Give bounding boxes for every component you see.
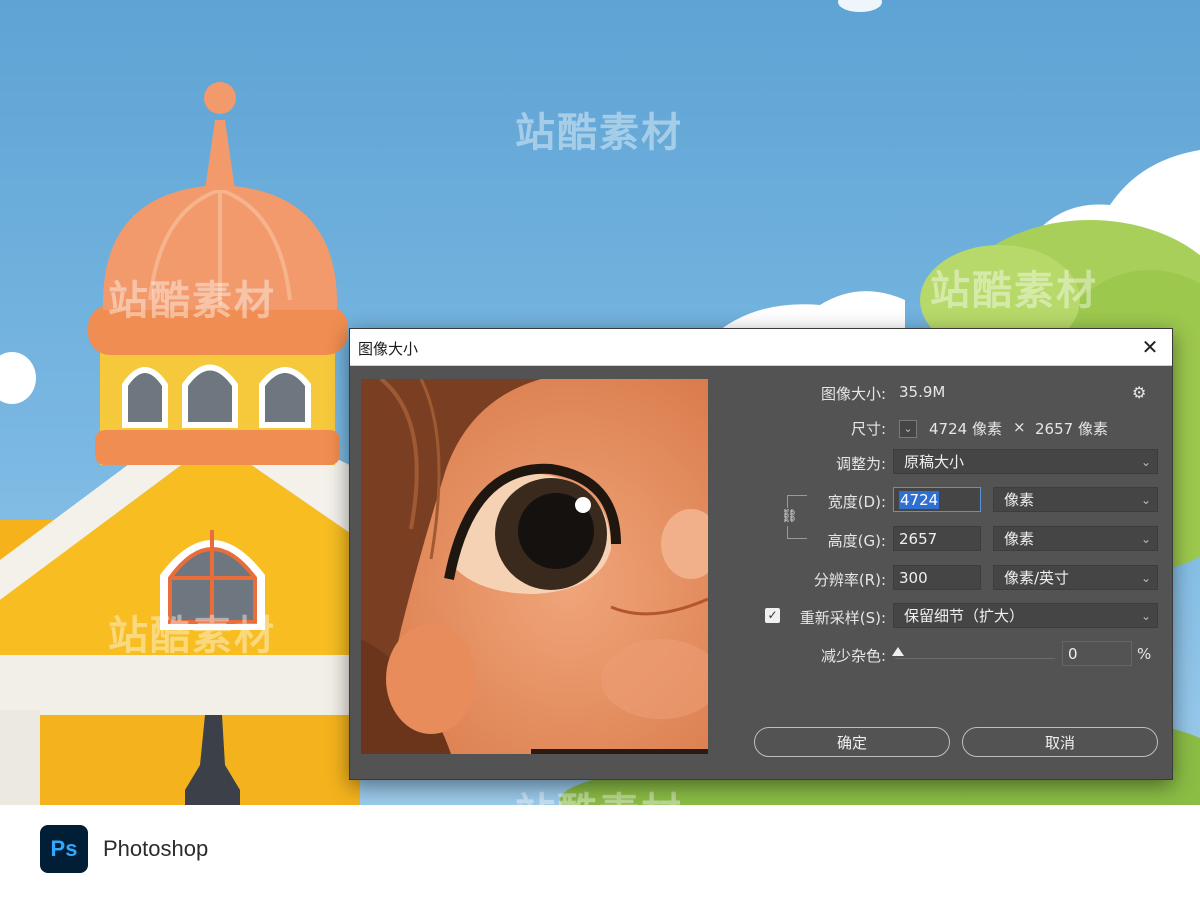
chevron-down-icon: ⌄	[1140, 571, 1151, 585]
ok-button[interactable]: 确定	[754, 727, 950, 757]
dimensions-width: 4724 像素	[929, 420, 1002, 438]
reduce-noise-unit: %	[1137, 645, 1152, 663]
resolution-unit-dropdown[interactable]: 像素/英寸 ⌄	[993, 565, 1158, 590]
preview-illustration	[361, 379, 708, 754]
reduce-noise-label: 减少杂色:	[820, 647, 886, 665]
app-name: Photoshop	[103, 836, 209, 861]
height-value: 2657	[899, 530, 938, 548]
resample-label: 重新采样(S):	[799, 609, 886, 627]
dialog-titlebar: 图像大小 ✕	[350, 329, 1172, 366]
cancel-button[interactable]: 取消	[962, 727, 1158, 757]
resample-checkbox[interactable]: ✓	[765, 608, 780, 623]
dialog-title: 图像大小	[358, 340, 419, 358]
fit-to-dropdown[interactable]: 原稿大小 ⌄	[893, 449, 1158, 474]
resolution-unit: 像素/英寸	[1004, 569, 1070, 587]
height-label: 高度(G):	[827, 532, 886, 550]
gear-icon[interactable]: ⚙	[1132, 383, 1146, 402]
chevron-down-icon: ⌄	[1140, 609, 1151, 623]
fit-to-value: 原稿大小	[904, 453, 965, 471]
reduce-noise-slider-track[interactable]	[895, 658, 1055, 659]
resample-dropdown[interactable]: 保留细节（扩大） ⌄	[893, 603, 1158, 628]
width-unit: 像素	[1004, 491, 1035, 509]
resolution-label: 分辨率(R):	[813, 571, 886, 589]
photoshop-logo-icon: Ps	[40, 825, 88, 873]
image-size-dialog: 图像大小 ✕ 图像大小: 35.9M ⚙ 尺寸: ⌄ 4724 像素 × 265…	[349, 328, 1173, 780]
fit-to-label: 调整为:	[835, 455, 886, 473]
reduce-noise-input[interactable]: 0	[1062, 641, 1132, 666]
dimensions-unit-toggle[interactable]: ⌄	[899, 420, 917, 438]
image-size-label: 图像大小:	[820, 385, 886, 403]
link-icon[interactable]: ⛓	[781, 508, 798, 526]
dimensions-label: 尺寸:	[850, 420, 886, 438]
image-size-value: 35.9M	[899, 383, 946, 401]
chevron-down-icon: ⌄	[1140, 455, 1151, 469]
resample-value: 保留细节（扩大）	[904, 607, 1025, 625]
chevron-down-icon: ⌄	[1140, 493, 1151, 507]
resolution-input[interactable]: 300	[893, 565, 981, 590]
dimensions-separator: ×	[1013, 418, 1026, 436]
height-input[interactable]: 2657	[893, 526, 981, 551]
width-value: 4724	[899, 491, 940, 509]
height-unit: 像素	[1004, 530, 1035, 548]
width-input[interactable]: 4724	[893, 487, 981, 512]
chevron-down-icon: ⌄	[1140, 532, 1151, 546]
image-preview[interactable]	[361, 379, 708, 754]
height-unit-dropdown[interactable]: 像素 ⌄	[993, 526, 1158, 551]
reduce-noise-slider-thumb[interactable]	[892, 647, 904, 656]
resolution-value: 300	[899, 569, 928, 587]
dimensions-height: 2657 像素	[1035, 420, 1108, 438]
reduce-noise-value: 0	[1068, 645, 1078, 663]
width-unit-dropdown[interactable]: 像素 ⌄	[993, 487, 1158, 512]
close-icon[interactable]: ✕	[1138, 335, 1162, 359]
width-label: 宽度(D):	[827, 493, 886, 511]
